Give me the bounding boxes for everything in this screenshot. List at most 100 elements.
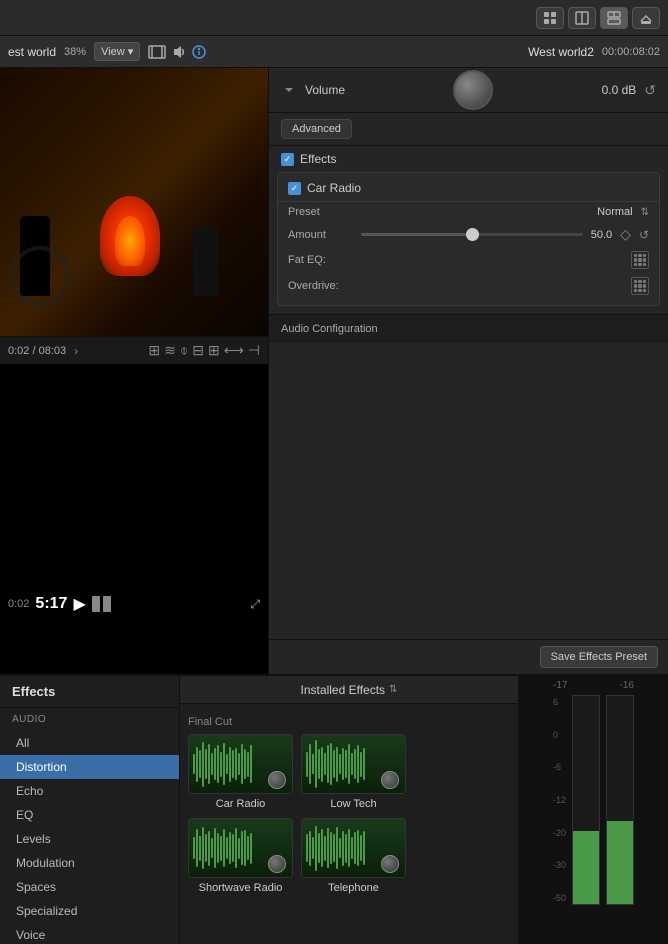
twl20 (363, 831, 365, 865)
sidebar-item-eq[interactable]: EQ (0, 803, 179, 827)
swl18 (244, 830, 246, 866)
db-n20: -20 (553, 828, 566, 838)
clip-link-icon[interactable]: ⟷ (224, 342, 244, 359)
sidebar-item-distortion[interactable]: Distortion (0, 755, 179, 779)
wl9 (217, 745, 219, 783)
headphone-icon[interactable]: ⌽ (180, 342, 188, 359)
volume-section: Volume 0.0 dB ↺ (269, 68, 668, 113)
amount-reset-icon[interactable]: ↺ (639, 228, 649, 242)
twl2 (309, 831, 311, 866)
volume-chevron-icon[interactable] (281, 82, 297, 98)
audio-icon (172, 45, 186, 59)
waveform-icon[interactable]: ≋ (164, 342, 176, 359)
split-view-button[interactable] (568, 7, 596, 29)
lwl3 (312, 754, 314, 774)
swl17 (241, 831, 243, 865)
fat-eq-grid-icon[interactable] (631, 251, 649, 269)
timeline-view-button[interactable] (600, 7, 628, 29)
effects-grid: Final Cut (180, 704, 518, 944)
wl11 (223, 743, 225, 786)
sidebar-item-levels[interactable]: Levels (0, 827, 179, 851)
audio-config-label[interactable]: Audio Configuration (269, 315, 668, 343)
twl19 (360, 835, 362, 861)
lwl19 (360, 752, 362, 777)
audio-meter: -17 -16 6 0 -6 -12 -20 -30 -50 (518, 676, 668, 944)
oc6 (643, 284, 646, 287)
effects-row-2: Shortwave Radio (188, 818, 510, 894)
telephone-thumbnail (301, 818, 406, 878)
audio-clip-icon[interactable]: ⊞ (148, 342, 160, 359)
pause-bar-2 (103, 596, 111, 612)
split-clip-icon[interactable]: ⊟ (192, 342, 204, 359)
car-radio-waveform (189, 735, 292, 793)
inspector-panel: Volume 0.0 dB ↺ Advanced Effects Car Rad… (268, 68, 668, 674)
meter-db-scale: 6 0 -6 -12 -20 -30 -50 (553, 695, 566, 905)
effect-car-radio[interactable]: Car Radio (188, 734, 293, 810)
amount-slider-thumb[interactable] (466, 228, 479, 241)
swl3 (199, 836, 201, 861)
info-icon[interactable] (192, 45, 206, 59)
meter-bar-1 (572, 695, 600, 905)
sidebar-item-echo[interactable]: Echo (0, 779, 179, 803)
oc4 (634, 284, 637, 287)
lwl4 (315, 740, 317, 788)
twl12 (339, 838, 341, 858)
audio-section-header: AUDIO (0, 708, 179, 731)
sidebar-item-voice[interactable]: Voice (0, 923, 179, 944)
sort-icon[interactable]: ⇅ (389, 684, 397, 695)
wl6 (208, 744, 210, 784)
clip-end-icon[interactable]: ⊣ (248, 342, 260, 359)
grid-view-button[interactable] (536, 7, 564, 29)
sidebar-item-spaces[interactable]: Spaces (0, 875, 179, 899)
sidebar-item-modulation[interactable]: Modulation (0, 851, 179, 875)
preset-stepper[interactable]: ⇅ (641, 207, 649, 218)
play-button[interactable]: ▶ (73, 594, 85, 614)
wl17 (241, 744, 243, 784)
top-toolbar (0, 0, 668, 36)
view-button[interactable]: View ▾ (94, 42, 140, 61)
effect-telephone[interactable]: Telephone (301, 818, 406, 894)
effects-enable-checkbox[interactable] (281, 153, 294, 166)
db-n30: -30 (553, 860, 566, 870)
twl14 (345, 834, 347, 863)
gc8 (638, 263, 641, 266)
volume-value: 0.0 dB (602, 83, 637, 97)
clip-settings-icon[interactable]: ⊞ (208, 342, 220, 359)
effect-shortwave-radio[interactable]: Shortwave Radio (188, 818, 293, 894)
expand-button[interactable]: ⤢ (250, 597, 260, 612)
amount-slider[interactable] (361, 233, 583, 236)
sidebar-item-all[interactable]: All (0, 731, 179, 755)
volume-knob[interactable] (453, 70, 493, 110)
meter-bar-1-fill (573, 831, 599, 904)
telephone-knob (381, 855, 399, 873)
car-radio-header: Car Radio (278, 179, 659, 202)
twl16 (351, 837, 353, 859)
volume-reset-icon[interactable]: ↺ (644, 82, 656, 99)
amount-keyframe-icon[interactable]: ◇ (620, 226, 631, 243)
volume-knob-container (353, 70, 594, 110)
clip-time-range: 0:02 / 08:03 (8, 345, 66, 357)
meter-label-left: -17 (553, 680, 567, 691)
export-button[interactable] (632, 7, 660, 29)
fat-eq-label: Fat EQ: (288, 254, 353, 266)
wl1 (193, 754, 195, 774)
swl7 (211, 838, 213, 858)
sidebar-item-specialized[interactable]: Specialized (0, 899, 179, 923)
swl8 (214, 828, 216, 868)
project-title: est world (8, 45, 56, 59)
wl12 (226, 754, 228, 774)
effect-low-tech[interactable]: Low Tech (301, 734, 406, 810)
car-radio-enable-checkbox[interactable] (288, 182, 301, 195)
clip-nav-arrow[interactable]: › (74, 344, 78, 358)
telephone-waveform (302, 819, 405, 877)
video-preview: 0:02 5:17 ▶ ⤢ 0:02 / 08:03 › ⊞ ≋ ⌽ ⊟ ⊞ ⟷… (0, 68, 268, 674)
overdrive-grid-icon[interactable] (631, 277, 649, 295)
video-frame (0, 68, 268, 336)
advanced-button[interactable]: Advanced (281, 119, 352, 139)
twl3 (312, 837, 314, 860)
lwl1 (306, 752, 308, 777)
save-preset-button[interactable]: Save Effects Preset (540, 646, 658, 668)
preset-label: Preset (288, 206, 353, 218)
twl15 (348, 829, 350, 868)
lwl12 (339, 754, 341, 774)
